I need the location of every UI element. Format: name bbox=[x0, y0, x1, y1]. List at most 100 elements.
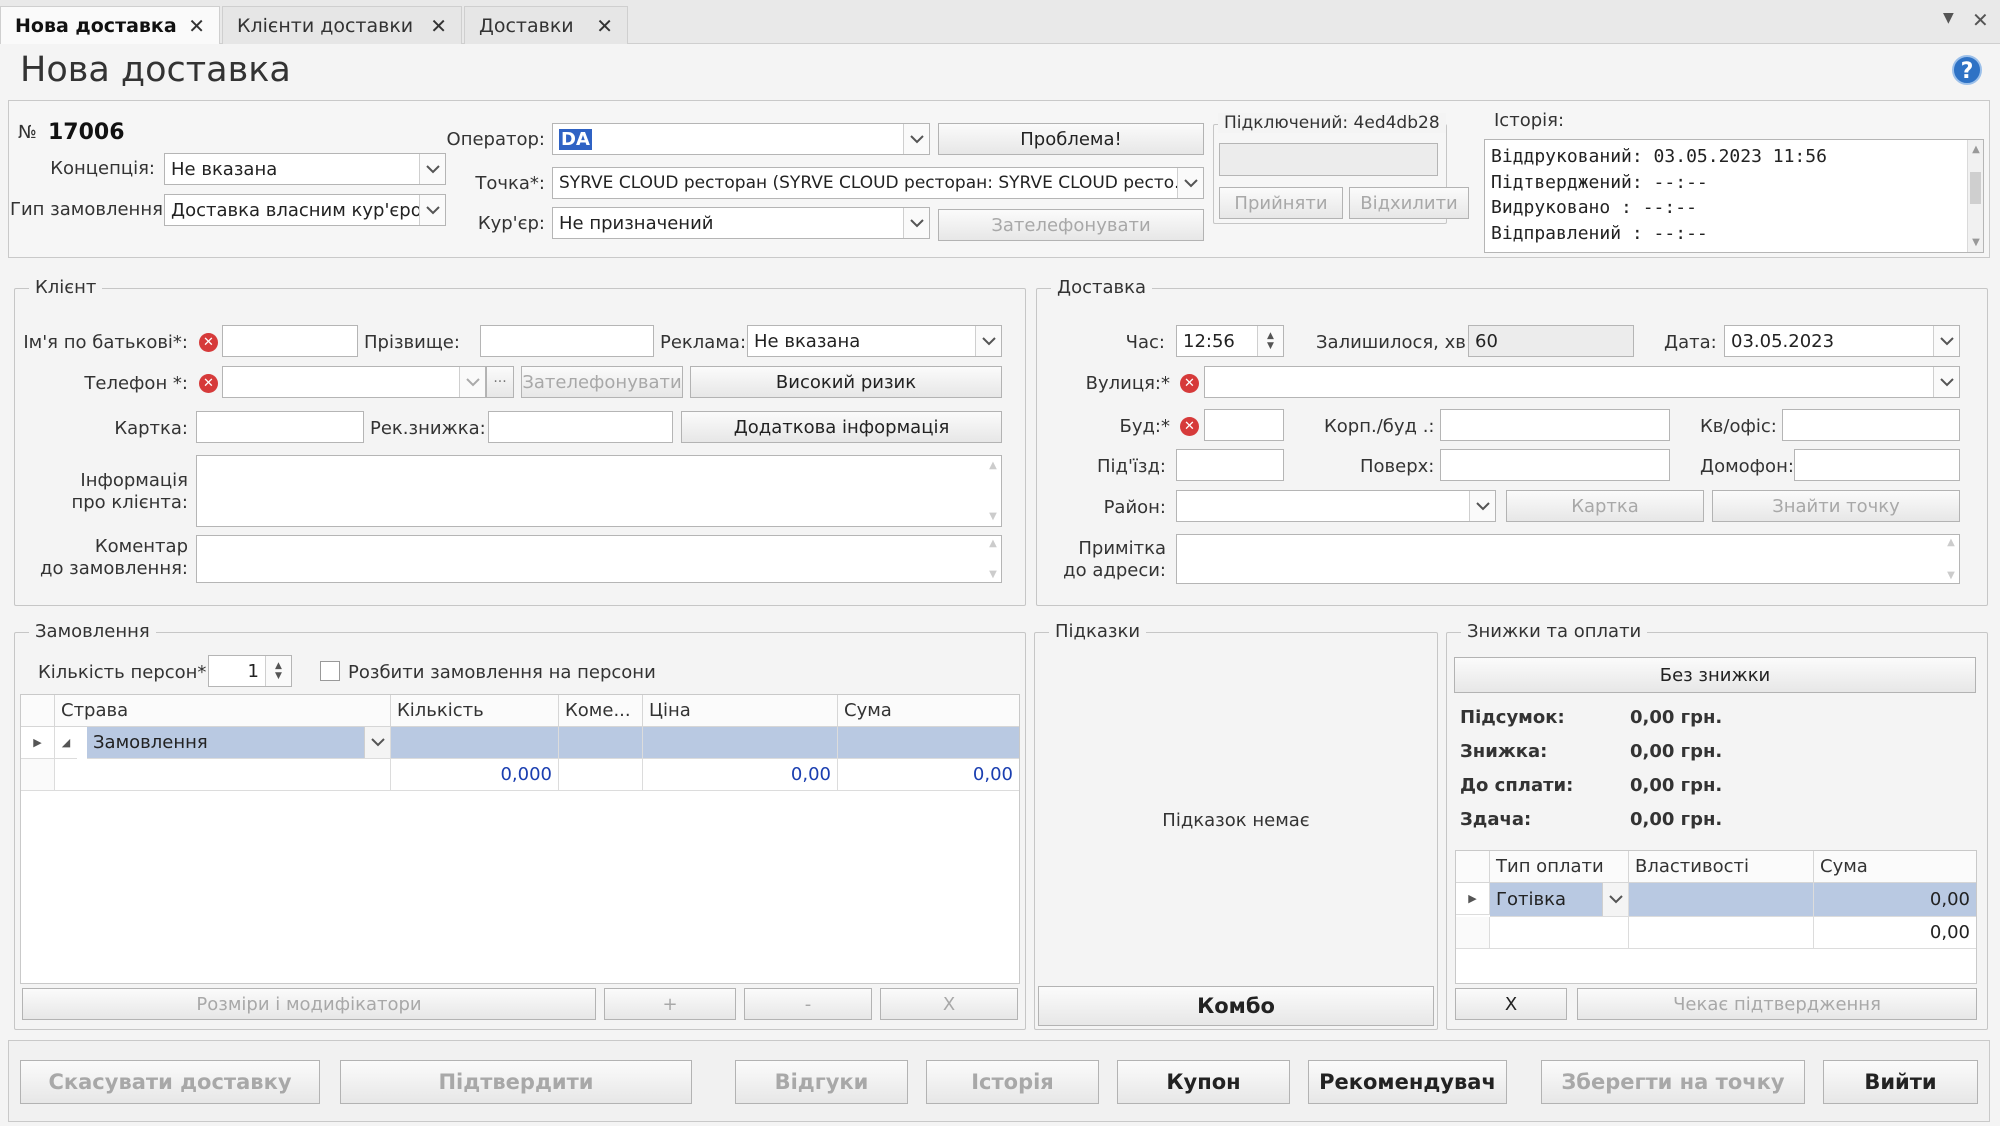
operator-select[interactable]: DA bbox=[552, 123, 930, 155]
close-icon[interactable]: ✕ bbox=[596, 14, 613, 38]
time-input[interactable]: 12:56 ▲ ▼ bbox=[1176, 325, 1284, 357]
order-row-cell[interactable] bbox=[391, 727, 559, 759]
scroll-down-icon[interactable]: ▼ bbox=[985, 511, 1001, 522]
patronymic-input[interactable] bbox=[222, 325, 358, 357]
scroll-up-icon[interactable]: ▲ bbox=[1968, 144, 1983, 155]
chevron-down-icon[interactable] bbox=[903, 208, 929, 238]
confirm-button[interactable]: Підтвердити bbox=[340, 1060, 692, 1104]
client-info-textarea[interactable]: ▲ ▼ bbox=[196, 455, 1002, 527]
sizes-modifiers-button[interactable]: Розміри і модифікатори bbox=[22, 988, 596, 1020]
close-icon[interactable]: ✕ bbox=[188, 14, 205, 38]
add-item-button[interactable]: + bbox=[604, 988, 736, 1020]
time-spinner[interactable]: ▲ ▼ bbox=[1257, 326, 1283, 356]
scroll-down-icon[interactable]: ▼ bbox=[985, 569, 1001, 580]
chevron-down-icon[interactable] bbox=[1469, 491, 1495, 521]
close-icon[interactable]: ✕ bbox=[430, 14, 447, 38]
order-comment-textarea[interactable]: ▲ ▼ bbox=[196, 535, 1002, 583]
payment-properties-cell[interactable] bbox=[1629, 883, 1814, 917]
row-expander-icon[interactable]: ▶ bbox=[21, 727, 55, 759]
chevron-down-icon[interactable] bbox=[459, 367, 485, 397]
corp-input[interactable] bbox=[1440, 409, 1670, 441]
map-card-button[interactable]: Картка bbox=[1506, 490, 1704, 522]
payment-sum-cell[interactable]: 0,00 bbox=[1814, 883, 1976, 917]
exit-button[interactable]: Вийти bbox=[1823, 1060, 1978, 1104]
find-point-button[interactable]: Знайти точку bbox=[1712, 490, 1960, 522]
row-expander-icon[interactable]: ▶ bbox=[1456, 883, 1490, 915]
textarea-scrollbar[interactable]: ▲ ▼ bbox=[985, 536, 1001, 582]
column-header[interactable]: Кількість bbox=[391, 695, 559, 727]
waiting-confirmation-button[interactable]: Чекає підтвердження bbox=[1577, 988, 1977, 1020]
remove-payment-button[interactable]: X bbox=[1455, 988, 1567, 1020]
courier-select[interactable]: Не призначений bbox=[552, 207, 930, 239]
order-row-dish[interactable]: Замовлення bbox=[87, 727, 391, 759]
scroll-up-icon[interactable]: ▲ bbox=[985, 538, 1001, 549]
order-row-cell[interactable] bbox=[643, 727, 838, 759]
tab-delivery-clients[interactable]: Клієнти доставки ✕ bbox=[222, 6, 462, 44]
chevron-down-icon[interactable] bbox=[1602, 883, 1628, 916]
entrance-input[interactable] bbox=[1176, 449, 1284, 481]
header-call-button[interactable]: Зателефонувати bbox=[938, 209, 1204, 241]
apt-input[interactable] bbox=[1782, 409, 1960, 441]
persons-input[interactable]: 1 ▲ ▼ bbox=[208, 655, 292, 687]
column-header[interactable]: Страва bbox=[55, 695, 391, 727]
chevron-down-icon[interactable] bbox=[1933, 326, 1959, 356]
column-header[interactable]: Тип оплати bbox=[1490, 851, 1629, 883]
street-select[interactable] bbox=[1204, 366, 1960, 398]
scroll-up-icon[interactable]: ▲ bbox=[985, 460, 1001, 471]
column-header[interactable]: Коме... bbox=[559, 695, 643, 727]
referrer-button[interactable]: Рекомендувач bbox=[1308, 1060, 1507, 1104]
reject-button[interactable]: Відхилити bbox=[1349, 187, 1469, 219]
chevron-down-icon[interactable] bbox=[1177, 168, 1203, 198]
ads-select[interactable]: Не вказана bbox=[747, 325, 1002, 357]
chevron-down-icon[interactable] bbox=[975, 326, 1001, 356]
tab-deliveries[interactable]: Доставки ✕ bbox=[464, 6, 628, 44]
tab-new-delivery[interactable]: Нова доставка ✕ bbox=[0, 6, 220, 44]
textarea-scrollbar[interactable]: ▲ ▼ bbox=[1943, 535, 1959, 583]
address-note-textarea[interactable]: ▲ ▼ bbox=[1176, 534, 1960, 584]
combo-button[interactable]: Комбо bbox=[1038, 986, 1434, 1026]
scroll-down-icon[interactable]: ▼ bbox=[1943, 570, 1959, 581]
order-row-cell[interactable] bbox=[559, 727, 643, 759]
date-picker[interactable]: 03.05.2023 bbox=[1724, 325, 1960, 357]
order-type-select[interactable]: Доставка власним кур'єром bbox=[164, 194, 446, 226]
remove-item-button[interactable]: - bbox=[744, 988, 872, 1020]
intercom-input[interactable] bbox=[1794, 449, 1960, 481]
concept-select[interactable]: Не вказана bbox=[164, 153, 446, 185]
close-window-icon[interactable]: ✕ bbox=[1972, 8, 1989, 32]
delete-item-button[interactable]: X bbox=[880, 988, 1018, 1020]
textarea-scrollbar[interactable]: ▲ ▼ bbox=[985, 456, 1001, 526]
feedback-button[interactable]: Відгуки bbox=[735, 1060, 908, 1104]
cancel-delivery-button[interactable]: Скасувати доставку bbox=[20, 1060, 320, 1104]
column-header[interactable]: Сума bbox=[1814, 851, 1976, 883]
tab-menu-icon[interactable]: ▼ bbox=[1943, 10, 1954, 26]
history-scrollbar[interactable]: ▲ ▼ bbox=[1967, 140, 1983, 252]
scroll-up-icon[interactable]: ▲ bbox=[1943, 537, 1959, 548]
chevron-down-icon[interactable] bbox=[364, 727, 390, 758]
scroll-thumb[interactable] bbox=[1970, 172, 1981, 204]
help-icon[interactable]: ? bbox=[1952, 55, 1982, 85]
high-risk-button[interactable]: Високий ризик bbox=[690, 366, 1002, 398]
chevron-down-icon[interactable] bbox=[1933, 367, 1959, 397]
client-call-button[interactable]: Зателефонувати bbox=[521, 366, 683, 398]
district-select[interactable] bbox=[1176, 490, 1496, 522]
phone-more-button[interactable]: ··· bbox=[486, 366, 514, 398]
column-header[interactable]: Сума bbox=[838, 695, 1019, 727]
extra-info-button[interactable]: Додаткова інформація bbox=[681, 411, 1002, 443]
building-input[interactable] bbox=[1204, 409, 1284, 441]
surname-input[interactable] bbox=[480, 325, 654, 357]
save-to-point-button[interactable]: Зберегти на точку bbox=[1541, 1060, 1805, 1104]
no-discount-button[interactable]: Без знижки bbox=[1454, 657, 1976, 693]
card-input[interactable] bbox=[196, 411, 364, 443]
history-button[interactable]: Історія bbox=[926, 1060, 1099, 1104]
order-row-cell[interactable] bbox=[838, 727, 1019, 759]
problem-button[interactable]: Проблема! bbox=[938, 123, 1204, 155]
column-header[interactable]: Ціна bbox=[643, 695, 838, 727]
persons-spinner[interactable]: ▲ ▼ bbox=[265, 656, 291, 686]
scroll-down-icon[interactable]: ▼ bbox=[1968, 237, 1983, 248]
coupon-button[interactable]: Купон bbox=[1117, 1060, 1290, 1104]
tree-collapse-icon[interactable]: ◢ bbox=[55, 727, 77, 759]
point-select[interactable]: SYRVE CLOUD ресторан (SYRVE CLOUD рестор… bbox=[552, 167, 1204, 199]
split-checkbox[interactable] bbox=[320, 661, 340, 681]
accept-button[interactable]: Прийняти bbox=[1219, 187, 1343, 219]
phone-input[interactable] bbox=[222, 366, 486, 398]
